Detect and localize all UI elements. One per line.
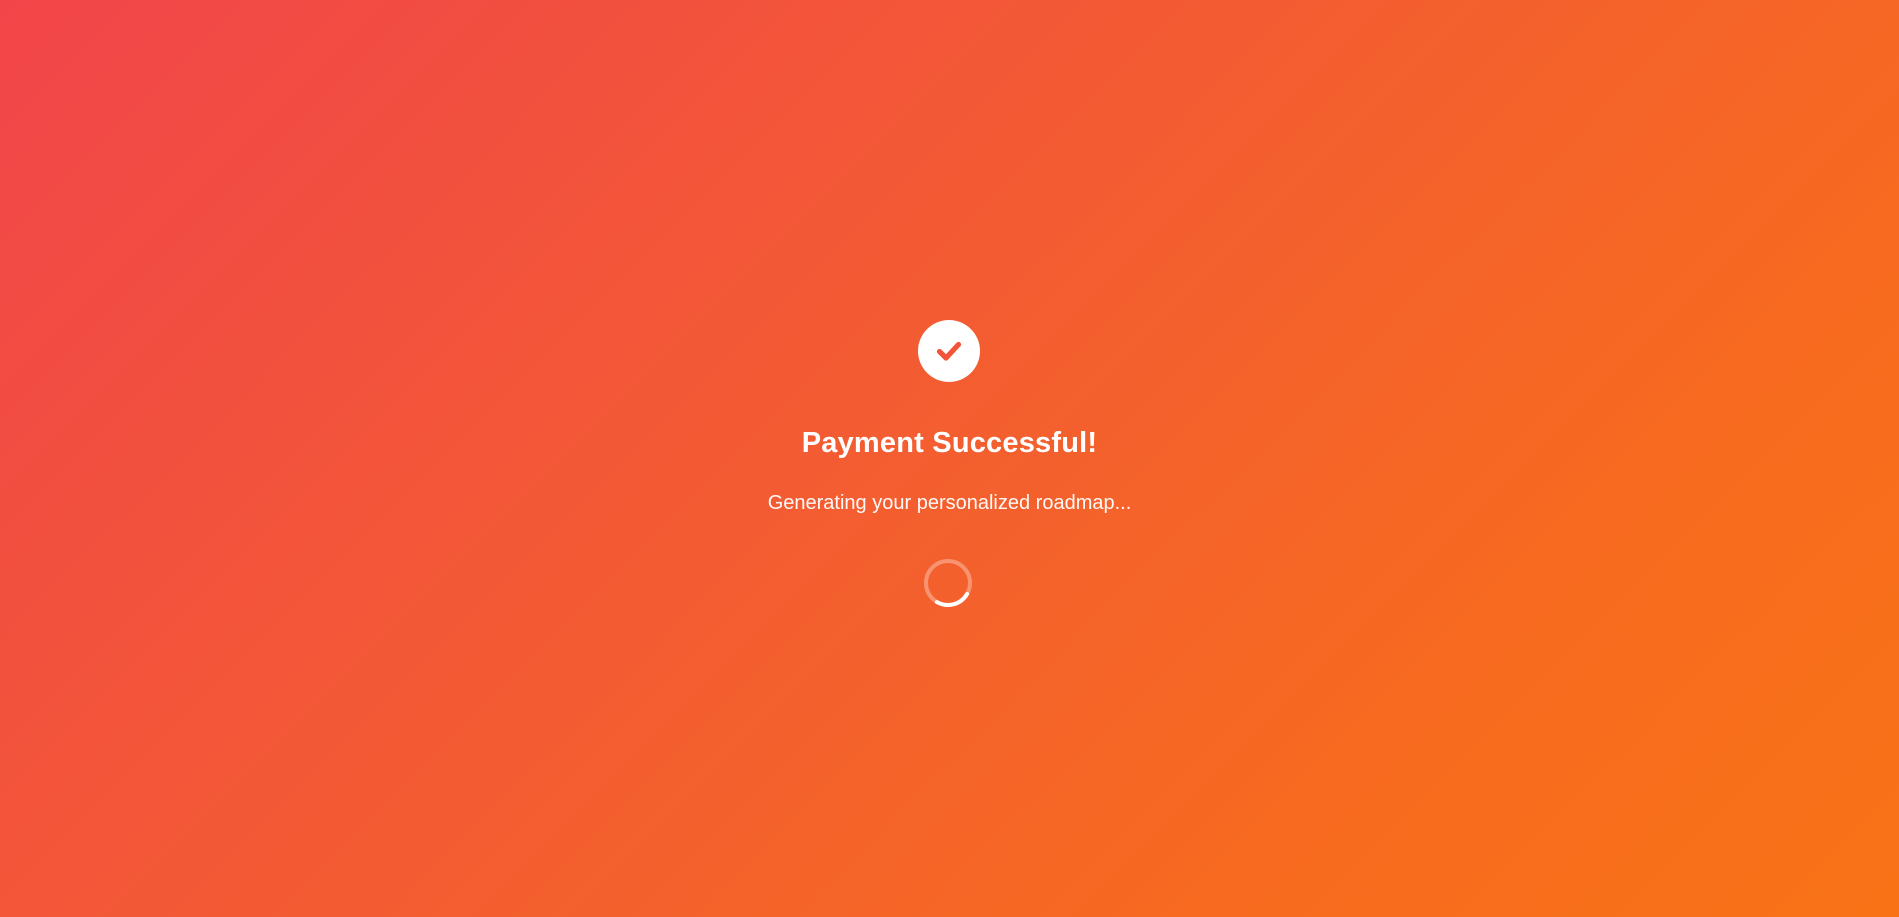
success-badge: [918, 320, 980, 382]
checkmark-icon: [936, 341, 962, 361]
status-title: Payment Successful!: [801, 427, 1098, 459]
loading-spinner-icon: [924, 559, 972, 607]
loading-spinner: [923, 558, 973, 608]
payment-success-screen: Payment Successful! Generating your pers…: [0, 0, 1899, 917]
status-message: Generating your personalized roadmap...: [767, 492, 1132, 514]
